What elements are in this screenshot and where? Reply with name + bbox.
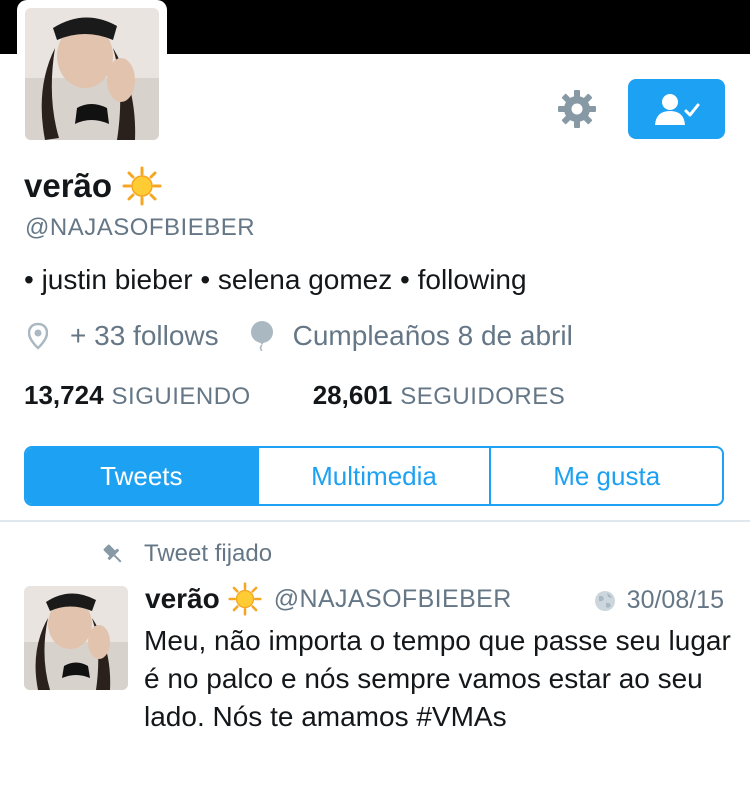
followers-count: 28,601 [312,380,393,410]
birthday-item: Cumpleaños 8 de abril [249,320,573,352]
pinned-label: Tweet fijado [144,540,273,567]
tweet-avatar[interactable] [24,586,128,690]
profile-tabs: Tweets Multimedia Me gusta [24,446,724,506]
gear-icon [558,90,596,128]
tweet-author-name[interactable]: verão [145,583,220,615]
settings-gear-button[interactable] [556,88,598,130]
tab-multimedia[interactable]: Multimedia [256,448,490,504]
location-item: + 33 follows [28,320,219,352]
tweet-text: Meu, não importa o tempo que passe seu l… [144,625,731,732]
following-user-icon [654,94,699,125]
followers-stat[interactable]: 28,601 SEGUIDORES [313,380,566,411]
tweet-date: 30/08/15 [626,586,724,614]
tab-likes[interactable]: Me gusta [489,448,722,504]
sun-emoji [122,166,162,206]
profile-bio: • justin bieber • selena gomez • followi… [24,264,527,295]
tweet-author-handle[interactable]: @NAJASOFBIEBER [274,585,512,614]
following-stat[interactable]: 13,724 SIGUIENDO [24,380,251,411]
balloon-icon [250,321,273,351]
tweet-header: verão @NAJASOFBIEBER [145,582,512,616]
profile-meta: + 33 follows Cumpleaños 8 de abril [28,320,573,352]
sun-emoji [228,582,262,616]
globe-icon [594,590,615,611]
profile-name: verão [24,166,162,206]
profile-handle: @NAJASOFBIEBER [25,214,256,241]
following-button[interactable] [628,79,725,139]
following-label: SIGUIENDO [111,383,251,410]
avatar[interactable] [25,8,159,140]
pinned-tweet-indicator: Tweet fijado [100,540,272,568]
divider [0,520,750,522]
pin-icon [103,544,122,563]
tweet-timestamp[interactable]: 30/08/15 [593,586,724,615]
tab-tweets[interactable]: Tweets [26,448,257,504]
profile-avatar-frame[interactable] [17,0,167,148]
location-text: + 33 follows [70,320,219,351]
following-count: 13,724 [24,380,104,410]
display-name: verão [24,167,113,204]
location-pin-icon [28,322,48,350]
birthday-text: Cumpleaños 8 de abril [292,320,573,351]
followers-label: SEGUIDORES [400,383,566,410]
profile-stats: 13,724 SIGUIENDO 28,601 SEGUIDORES [24,380,565,411]
